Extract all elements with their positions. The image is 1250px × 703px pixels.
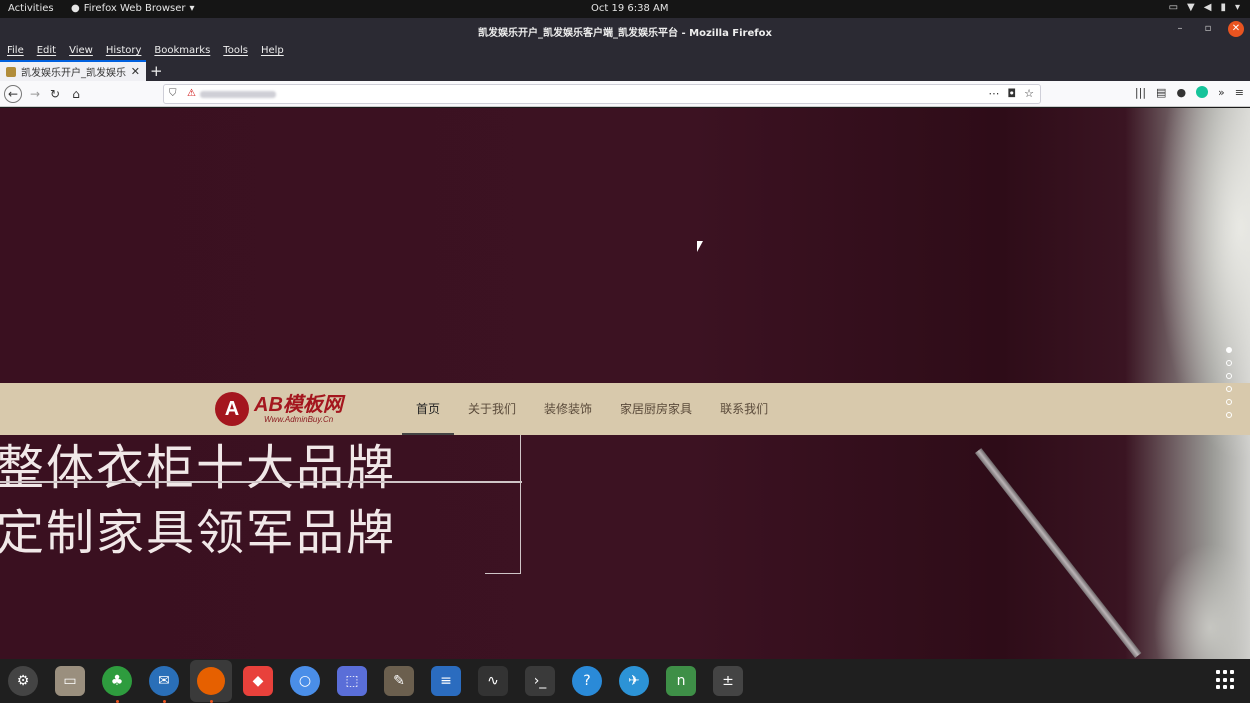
show-applications-icon[interactable]: [1216, 670, 1236, 690]
firefox-small-icon: ●: [71, 3, 80, 14]
bookmark-star-icon[interactable]: ☆: [1024, 87, 1034, 100]
files-icon[interactable]: ▭: [55, 666, 85, 696]
chevron-down-icon[interactable]: ▾: [1235, 2, 1240, 13]
writer-icon[interactable]: ≡: [431, 666, 461, 696]
site-navigation: A AB模板网 Www.AdminBuy.Cn 首页 关于我们 装修装饰 家居厨…: [0, 383, 1250, 435]
nav-contact[interactable]: 联系我们: [706, 383, 782, 435]
system-tray[interactable]: ▭ ▼ ◀ ▮ ▾: [1169, 2, 1240, 13]
slogan-divider: [0, 481, 522, 483]
mouse-cursor: [697, 241, 703, 252]
web-page: 整体衣柜十大品牌 定制家具领军品牌 A AB模板网 Www.AdminBuy.C…: [0, 108, 1250, 659]
gimp-icon[interactable]: ✎: [384, 666, 414, 696]
slide-dot[interactable]: [1226, 399, 1232, 405]
grammarly-icon[interactable]: [1196, 86, 1209, 98]
chevron-down-icon: ▾: [189, 3, 195, 14]
logo-url: Www.AdminBuy.Cn: [264, 414, 334, 424]
url-text-blurred: [200, 91, 276, 98]
remmina-icon[interactable]: ✈: [619, 666, 649, 696]
anydesk-icon[interactable]: ◆: [243, 666, 273, 696]
sidebar-icon[interactable]: ▤: [1156, 86, 1166, 99]
slide-dot[interactable]: [1226, 347, 1232, 353]
thunderbird-icon[interactable]: ✉: [149, 666, 179, 696]
tab-strip: 凯发娱乐开户_凯发娱乐客户 ✕ +: [0, 60, 1250, 81]
nav-furniture[interactable]: 家居厨房家具: [606, 383, 706, 435]
page-actions-icon[interactable]: ⋯: [988, 87, 999, 100]
calculator-icon[interactable]: ±: [713, 666, 743, 696]
notepadqq-icon[interactable]: n: [666, 666, 696, 696]
system-monitor-icon[interactable]: ∿: [478, 666, 508, 696]
maximize-icon[interactable]: ▫: [1200, 21, 1216, 37]
activities-button[interactable]: Activities: [8, 3, 54, 14]
pocket-icon[interactable]: ◘: [1007, 87, 1016, 100]
volume-icon[interactable]: ◀: [1204, 2, 1212, 13]
reload-icon[interactable]: ↻: [46, 85, 64, 103]
forward-icon[interactable]: →: [26, 85, 44, 103]
terminal-icon[interactable]: ›_: [525, 666, 555, 696]
slogan-frame-right: [520, 428, 521, 574]
system-top-bar: Activities ● Firefox Web Browser ▾ Oct 1…: [0, 0, 1250, 18]
back-icon[interactable]: ←: [4, 85, 22, 103]
slide-dot[interactable]: [1226, 360, 1232, 366]
favicon-icon: [6, 66, 16, 77]
slide-dot[interactable]: [1226, 373, 1232, 379]
dock: ⚙ ▭ ♣ ✉ ◆ ○ ⬚ ✎ ≡ ∿ ›_ ? ✈ n ±: [0, 659, 1250, 703]
screenshot-icon[interactable]: ⬚: [337, 666, 367, 696]
menu-history[interactable]: History: [99, 42, 148, 60]
window-titlebar: 凯发娱乐开户_凯发娱乐客户端_凯发娱乐平台 - Mozilla Firefox …: [0, 18, 1250, 42]
slide-dot[interactable]: [1226, 386, 1232, 392]
menu-bookmarks[interactable]: Bookmarks: [147, 42, 216, 60]
slogan-frame-bottom: [485, 573, 521, 574]
library-icon[interactable]: |||: [1135, 86, 1146, 99]
account-icon[interactable]: ●: [1176, 86, 1186, 99]
menu-edit[interactable]: Edit: [30, 42, 62, 60]
slide-dot[interactable]: [1226, 412, 1232, 418]
needle-image: [975, 448, 1142, 658]
hero-slogan-line2: 定制家具领军品牌: [0, 505, 397, 561]
hamburger-menu-icon[interactable]: ≡: [1235, 86, 1244, 99]
menu-file[interactable]: File: [0, 42, 30, 60]
inkscape-icon[interactable]: ♣: [102, 666, 132, 696]
window-title: 凯发娱乐开户_凯发娱乐客户端_凯发娱乐平台 - Mozilla Firefox: [478, 28, 772, 39]
battery-icon[interactable]: ▮: [1220, 2, 1226, 13]
menu-bar: File Edit View History Bookmarks Tools H…: [0, 42, 1250, 60]
navigation-toolbar: ← → ↻ ⌂ ⛉ ⚠ ⋯ ◘ ☆ ||| ▤ ● » ≡: [0, 81, 1250, 107]
site-logo[interactable]: A AB模板网 Www.AdminBuy.Cn: [215, 392, 343, 426]
home-icon[interactable]: ⌂: [67, 85, 85, 103]
nav-home[interactable]: 首页: [402, 383, 455, 435]
close-tab-icon[interactable]: ✕: [131, 65, 140, 78]
menu-view[interactable]: View: [62, 42, 99, 60]
shield-icon[interactable]: ⛉: [169, 88, 177, 99]
menu-help[interactable]: Help: [254, 42, 290, 60]
wifi-icon[interactable]: ▼: [1187, 2, 1195, 13]
url-bar[interactable]: ⛉ ⚠ ⋯ ◘ ☆: [163, 84, 1041, 104]
hero-slogan-line1: 整体衣柜十大品牌: [0, 440, 397, 496]
window-switch-icon[interactable]: ▭: [1169, 2, 1178, 13]
tab-active[interactable]: 凯发娱乐开户_凯发娱乐客户 ✕: [0, 60, 146, 81]
logo-mark: A: [215, 392, 249, 426]
nav-decoration[interactable]: 装修装饰: [530, 383, 606, 435]
minimize-icon[interactable]: –: [1172, 21, 1188, 37]
tab-title: 凯发娱乐开户_凯发娱乐客户: [21, 68, 126, 79]
chromium-icon[interactable]: ○: [290, 666, 320, 696]
nav-about[interactable]: 关于我们: [454, 383, 530, 435]
overflow-icon[interactable]: »: [1218, 86, 1225, 99]
app-menu[interactable]: ● Firefox Web Browser ▾: [71, 3, 195, 14]
settings-icon[interactable]: ⚙: [8, 666, 38, 696]
help-icon[interactable]: ?: [572, 666, 602, 696]
clock[interactable]: Oct 19 6:38 AM: [591, 3, 668, 14]
logo-text: AB模板网: [254, 393, 343, 416]
slide-pagination: [1226, 347, 1232, 418]
close-icon[interactable]: ✕: [1228, 21, 1244, 37]
app-menu-label: Firefox Web Browser: [83, 3, 186, 14]
insecure-lock-icon[interactable]: ⚠: [187, 88, 196, 99]
new-tab-icon[interactable]: +: [150, 62, 163, 80]
menu-tools[interactable]: Tools: [216, 42, 254, 60]
firefox-icon[interactable]: [190, 660, 232, 702]
